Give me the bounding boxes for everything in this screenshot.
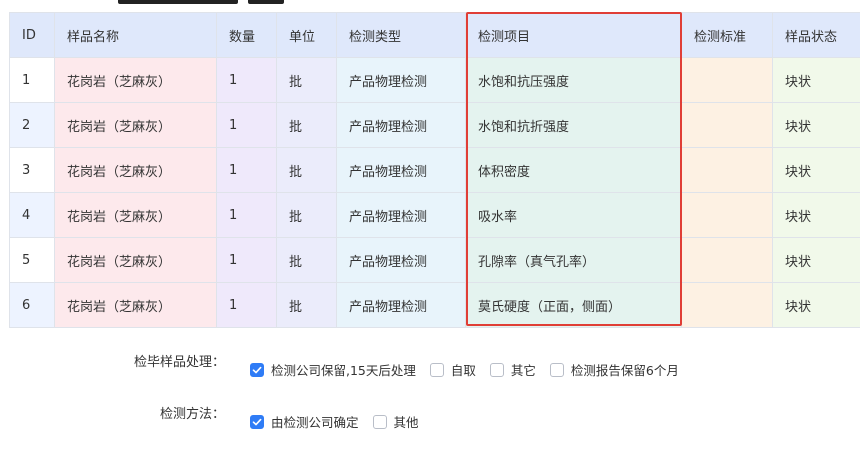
cell-unit: 批 <box>276 57 337 103</box>
cell-quantity: 1 <box>216 57 277 103</box>
cell-id: 4 <box>9 192 55 238</box>
cell-sample-state: 块状 <box>772 147 860 193</box>
cropped-heading-fragment <box>0 0 860 12</box>
sample-handling-options: 检测公司保留,15天后处理 自取 其它 检测报告保留6个月 <box>250 360 693 379</box>
header-sample-name: 样品名称 <box>54 12 217 58</box>
cell-test-standard <box>681 237 773 283</box>
sample-handling-option[interactable]: 检测报告保留6个月 <box>549 360 679 379</box>
cell-test-standard <box>681 57 773 103</box>
table-row: 6 花岗岩（芝麻灰） 1 批产品物理检测 莫氏硬度（正面，侧面） 块状 <box>9 282 860 328</box>
cell-sample-name: 花岗岩（芝麻灰） <box>54 192 217 238</box>
cell-id: 5 <box>9 237 55 283</box>
table-row: 4 花岗岩（芝麻灰） 1 批产品物理检测 吸水率 块状 <box>9 192 860 238</box>
table-row: 3 花岗岩（芝麻灰） 1 批产品物理检测 体积密度 块状 <box>9 147 860 193</box>
header-test-item: 检测项目 <box>465 12 682 58</box>
cell-quantity: 1 <box>216 282 277 328</box>
table-row: 5 花岗岩（芝麻灰） 1 批产品物理检测 孔隙率（真气孔率） 块状 <box>9 237 860 283</box>
sample-handling-option-label: 检测报告保留6个月 <box>570 363 679 378</box>
header-unit: 单位 <box>276 12 337 58</box>
check-icon <box>252 418 262 425</box>
table-header-row: ID 样品名称 数量 单位 检测类型 检测项目 检测标准 样品状态 <box>9 12 860 58</box>
cell-sample-state: 块状 <box>772 282 860 328</box>
cell-id: 1 <box>9 57 55 103</box>
cell-sample-state: 块状 <box>772 237 860 283</box>
cell-sample-name: 花岗岩（芝麻灰） <box>54 237 217 283</box>
cell-test-type: 产品物理检测 <box>336 282 466 328</box>
cell-sample-state: 块状 <box>772 57 860 103</box>
checkbox[interactable] <box>549 362 564 377</box>
checkbox[interactable] <box>489 362 504 377</box>
check-icon <box>252 366 262 373</box>
cell-id: 2 <box>9 102 55 148</box>
cell-quantity: 1 <box>216 102 277 148</box>
cell-unit: 批 <box>276 102 337 148</box>
cell-sample-name: 花岗岩（芝麻灰） <box>54 282 217 328</box>
cell-quantity: 1 <box>216 147 277 193</box>
cell-test-standard <box>681 192 773 238</box>
cell-test-type: 产品物理检测 <box>336 237 466 283</box>
sample-table: ID 样品名称 数量 单位 检测类型 检测项目 检测标准 样品状态 1 花岗岩（芝… <box>9 12 860 328</box>
cell-id: 6 <box>9 282 55 328</box>
sample-handling-option[interactable]: 检测公司保留,15天后处理 <box>250 360 416 379</box>
header-test-type: 检测类型 <box>336 12 466 58</box>
cell-test-standard <box>681 102 773 148</box>
cell-sample-state: 块状 <box>772 102 860 148</box>
cell-quantity: 1 <box>216 192 277 238</box>
sample-handling-option-label: 自取 <box>450 363 476 378</box>
cell-test-type: 产品物理检测 <box>336 192 466 238</box>
cell-test-type: 产品物理检测 <box>336 57 466 103</box>
header-test-standard: 检测标准 <box>681 12 773 58</box>
header-quantity: 数量 <box>216 12 277 58</box>
cell-unit: 批 <box>276 147 337 193</box>
test-method-label: 检测方法： <box>159 407 225 422</box>
cell-sample-state: 块状 <box>772 192 860 238</box>
test-method-option-label: 由检测公司确定 <box>271 415 359 430</box>
cell-quantity: 1 <box>216 237 277 283</box>
cell-unit: 批 <box>276 237 337 283</box>
cell-test-type: 产品物理检测 <box>336 147 466 193</box>
checkbox[interactable] <box>250 414 264 429</box>
cell-test-item: 水饱和抗压强度 <box>465 57 682 103</box>
header-id: ID <box>9 12 55 58</box>
cell-test-type: 产品物理检测 <box>336 102 466 148</box>
test-method-option[interactable]: 由检测公司确定 <box>250 412 359 431</box>
cell-test-standard <box>681 282 773 328</box>
cell-test-item: 体积密度 <box>465 147 682 193</box>
cell-unit: 批 <box>276 192 337 238</box>
test-method-option-label: 其他 <box>393 415 419 430</box>
test-method-option[interactable]: 其他 <box>372 412 419 431</box>
cell-test-item: 莫氏硬度（正面，侧面） <box>465 282 682 328</box>
table-row: 1 花岗岩（芝麻灰） 1 批产品物理检测 水饱和抗压强度 块状 <box>9 57 860 103</box>
sample-handling-option-label: 检测公司保留,15天后处理 <box>271 363 416 378</box>
cell-test-item: 孔隙率（真气孔率） <box>465 237 682 283</box>
cell-sample-name: 花岗岩（芝麻灰） <box>54 57 217 103</box>
table-row: 2 花岗岩（芝麻灰） 1 批产品物理检测 水饱和抗折强度 块状 <box>9 102 860 148</box>
checkbox[interactable] <box>372 414 387 429</box>
sample-handling-option[interactable]: 自取 <box>429 360 476 379</box>
sample-handling-label: 检毕样品处理： <box>133 355 225 370</box>
checkbox[interactable] <box>429 362 444 377</box>
cell-sample-name: 花岗岩（芝麻灰） <box>54 102 217 148</box>
cell-test-item: 水饱和抗折强度 <box>465 102 682 148</box>
cell-test-standard <box>681 147 773 193</box>
cell-id: 3 <box>9 147 55 193</box>
cell-unit: 批 <box>276 282 337 328</box>
cell-sample-name: 花岗岩（芝麻灰） <box>54 147 217 193</box>
sample-handling-option-label: 其它 <box>510 363 536 378</box>
cell-test-item: 吸水率 <box>465 192 682 238</box>
test-method-options: 由检测公司确定 其他 <box>250 412 433 431</box>
checkbox[interactable] <box>250 362 264 377</box>
header-sample-state: 样品状态 <box>772 12 860 58</box>
sample-handling-option[interactable]: 其它 <box>489 360 536 379</box>
